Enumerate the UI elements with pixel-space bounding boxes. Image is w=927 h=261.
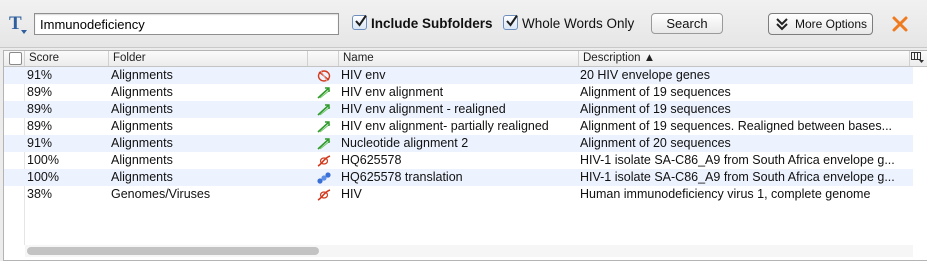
table-row[interactable]: 91% Alignments HIV env 20 HIV envelope gene… (4, 67, 913, 84)
table-header: Score Folder Name Description ▲ (4, 51, 927, 67)
alignment-icon (312, 101, 340, 118)
close-icon[interactable] (890, 14, 910, 34)
row-name: HQ625578 (341, 153, 402, 167)
row-folder: Alignments (111, 102, 173, 116)
more-options-button[interactable]: More Options (768, 13, 873, 35)
dna-sequence-icon (312, 186, 340, 203)
alignment-icon (312, 84, 340, 101)
row-name: HIV env alignment- partially realigned (341, 119, 549, 133)
row-name: Nucleotide alignment 2 (341, 136, 469, 150)
table-row[interactable]: 100% Alignments HQ625578 translation HIV-1 … (4, 169, 913, 186)
whole-words-label[interactable]: Whole Words Only (522, 16, 634, 31)
search-toolbar: T Include Subfolders Whole Words Only Se… (0, 0, 927, 48)
column-header-score[interactable]: Score (25, 51, 109, 66)
row-description: Human immunodeficiency virus 1, complete… (580, 187, 871, 201)
column-chooser-icon[interactable] (910, 51, 927, 66)
row-description: HIV-1 isolate SA-C86_A9 from South Afric… (580, 170, 895, 184)
circular-sequence-icon (312, 67, 340, 84)
row-score: 89% (27, 102, 53, 116)
row-name: HIV env (341, 68, 386, 82)
horizontal-scrollbar-thumb[interactable] (27, 247, 319, 255)
row-score: 89% (27, 119, 53, 133)
row-folder: Genomes/Viruses (111, 187, 211, 201)
row-folder: Alignments (111, 119, 173, 133)
row-score: 100% (27, 170, 59, 184)
row-description: 20 HIV envelope genes (580, 68, 710, 82)
more-options-label: More Options (795, 17, 868, 31)
row-score: 38% (27, 187, 53, 201)
column-header-description[interactable]: Description ▲ (579, 51, 910, 66)
row-name: HIV (341, 187, 362, 201)
row-description: Alignment of 19 sequences (580, 102, 731, 116)
column-header-folder[interactable]: Folder (109, 51, 308, 66)
row-description: HIV-1 isolate SA-C86_A9 from South Afric… (580, 153, 895, 167)
search-type-icon[interactable]: T (8, 12, 32, 36)
row-folder: Alignments (111, 170, 173, 184)
table-row[interactable]: 91% Alignments Nucleotide alignment 2 Align… (4, 135, 913, 152)
row-folder: Alignments (111, 153, 173, 167)
row-description: Alignment of 20 sequences (580, 136, 731, 150)
row-description: Alignment of 19 sequences (580, 85, 731, 99)
row-description: Alignment of 19 sequences. Realigned bet… (580, 119, 893, 133)
row-name: HQ625578 translation (341, 170, 463, 184)
row-name: HIV env alignment (341, 85, 444, 99)
select-all-column[interactable] (4, 51, 25, 66)
alignment-icon (312, 118, 340, 135)
table-row[interactable]: 38% Genomes/Viruses HIV Human immunodeficie… (4, 186, 913, 203)
table-right-edge (913, 67, 927, 259)
table-row[interactable]: 89% Alignments HIV env alignment - realign… (4, 101, 913, 118)
table-row[interactable]: 89% Alignments HIV env alignment Alignment … (4, 84, 913, 101)
alignment-icon (312, 135, 340, 152)
table-row[interactable]: 89% Alignments HIV env alignment- partiall… (4, 118, 913, 135)
search-button[interactable]: Search (651, 13, 723, 34)
svg-text:T: T (9, 13, 22, 34)
search-input[interactable] (34, 13, 339, 35)
table-row[interactable]: 100% Alignments HQ625578 HIV-1 isolate SA-C… (4, 152, 913, 169)
row-score: 100% (27, 153, 59, 167)
protein-translation-icon (312, 169, 340, 186)
row-folder: Alignments (111, 136, 173, 150)
row-name: HIV env alignment - realigned (341, 102, 506, 116)
select-all-checkbox[interactable] (9, 52, 22, 65)
row-score: 91% (27, 68, 53, 82)
row-folder: Alignments (111, 85, 173, 99)
search-results-table: Score Folder Name Description ▲ 91% Align… (3, 50, 927, 261)
row-score: 91% (27, 136, 53, 150)
whole-words-checkbox[interactable] (503, 14, 518, 30)
double-chevron-down-icon (775, 17, 789, 37)
row-score: 89% (27, 85, 53, 99)
include-subfolders-label[interactable]: Include Subfolders (371, 16, 493, 31)
column-header-icon[interactable] (308, 51, 339, 66)
dna-sequence-icon (312, 152, 340, 169)
row-folder: Alignments (111, 68, 173, 82)
column-header-name[interactable]: Name (339, 51, 579, 66)
include-subfolders-checkbox[interactable] (352, 14, 367, 30)
